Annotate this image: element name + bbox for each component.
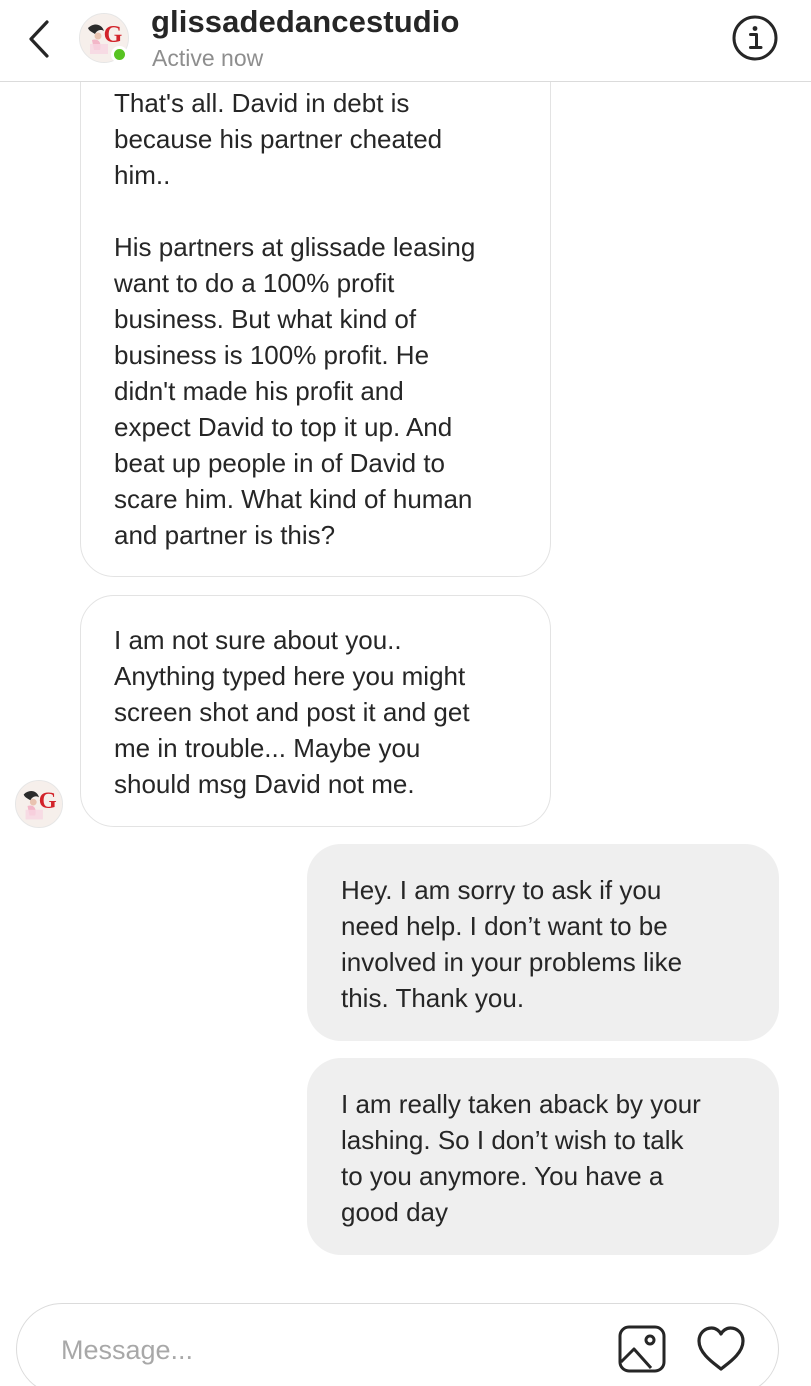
message-bubble-incoming[interactable]: I am not sure about you.. Anything typed… — [80, 595, 551, 827]
svg-text:G: G — [104, 22, 123, 48]
message-bubble-incoming[interactable]: That's all. David in debt is because his… — [80, 40, 551, 577]
info-button[interactable] — [731, 14, 779, 62]
message-bubble-outgoing[interactable]: Hey. I am sorry to ask if you need help.… — [307, 844, 779, 1041]
like-button[interactable] — [695, 1324, 747, 1374]
gallery-button[interactable] — [617, 1324, 667, 1374]
header-active-status: Active now — [152, 45, 264, 71]
sender-avatar[interactable]: G — [15, 780, 63, 828]
back-button[interactable] — [22, 14, 58, 64]
info-circle-icon — [732, 15, 778, 61]
profile-avatar[interactable]: G — [79, 13, 129, 63]
header-username[interactable]: glissadedancestudio — [151, 4, 460, 40]
online-indicator — [111, 46, 128, 63]
message-input[interactable] — [61, 1328, 581, 1372]
chat-header: G glissadedancestudio Active now — [0, 0, 811, 82]
direct-message-screen: G glissadedancestudio Active now That's … — [0, 0, 811, 1386]
svg-text:G: G — [39, 787, 57, 813]
studio-logo-icon: G — [16, 781, 62, 827]
chevron-left-icon — [29, 20, 49, 58]
heart-icon — [697, 1326, 745, 1371]
message-composer — [16, 1303, 779, 1386]
image-icon — [618, 1325, 666, 1373]
message-bubble-outgoing[interactable]: I am really taken aback by your lashing.… — [307, 1058, 779, 1255]
